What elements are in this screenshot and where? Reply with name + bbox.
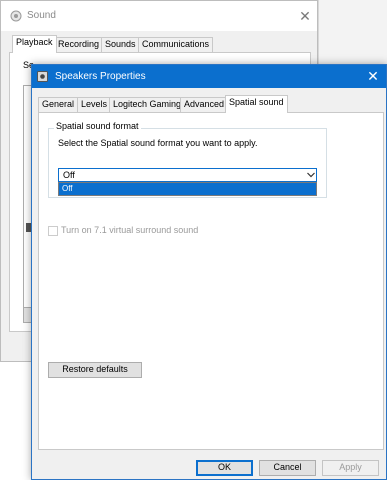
surround-checkbox[interactable] — [48, 226, 58, 236]
tab-recording[interactable]: Recording — [54, 37, 104, 52]
spatial-format-select[interactable]: Off — [58, 168, 317, 182]
restore-defaults-button[interactable]: Restore defaults — [48, 362, 142, 378]
tab-advanced[interactable]: Advanced — [180, 97, 229, 112]
speaker-icon — [10, 10, 22, 22]
tab-playback[interactable]: Playback — [12, 35, 57, 53]
cancel-button[interactable]: Cancel — [259, 460, 316, 476]
close-icon[interactable]: ✕ — [295, 6, 315, 26]
group-label: Spatial sound format — [54, 121, 141, 131]
tab-levels[interactable]: Levels — [77, 97, 112, 112]
format-instruction: Select the Spatial sound format you want… — [58, 138, 258, 148]
surround-checkbox-label: Turn on 7.1 virtual surround sound — [61, 225, 199, 235]
chevron-down-icon[interactable] — [306, 169, 316, 181]
speakers-properties-dialog: Speakers Properties ✕ General Levels Log… — [31, 64, 387, 480]
apply-button[interactable]: Apply — [322, 460, 379, 476]
select-value: Off — [63, 170, 75, 180]
tab-logitech-gaming[interactable]: Logitech Gaming — [109, 97, 186, 112]
format-dropdown-list: Off — [58, 182, 317, 196]
dialog-title: Speakers Properties — [55, 71, 146, 82]
sound-window-title: Sound — [27, 10, 56, 21]
device-list[interactable] — [23, 85, 31, 315]
tab-spatial-sound[interactable]: Spatial sound — [225, 95, 288, 113]
sound-titlebar: Sound ✕ — [1, 1, 317, 31]
dropdown-option-off[interactable]: Off — [59, 183, 316, 195]
tab-general[interactable]: General — [38, 97, 79, 112]
ok-button[interactable]: OK — [196, 460, 253, 476]
dialog-titlebar[interactable]: Speakers Properties ✕ — [32, 65, 386, 88]
tab-sounds[interactable]: Sounds — [101, 37, 140, 52]
close-icon[interactable]: ✕ — [362, 66, 384, 87]
speaker-icon — [37, 71, 48, 82]
tab-communications[interactable]: Communications — [138, 37, 214, 52]
